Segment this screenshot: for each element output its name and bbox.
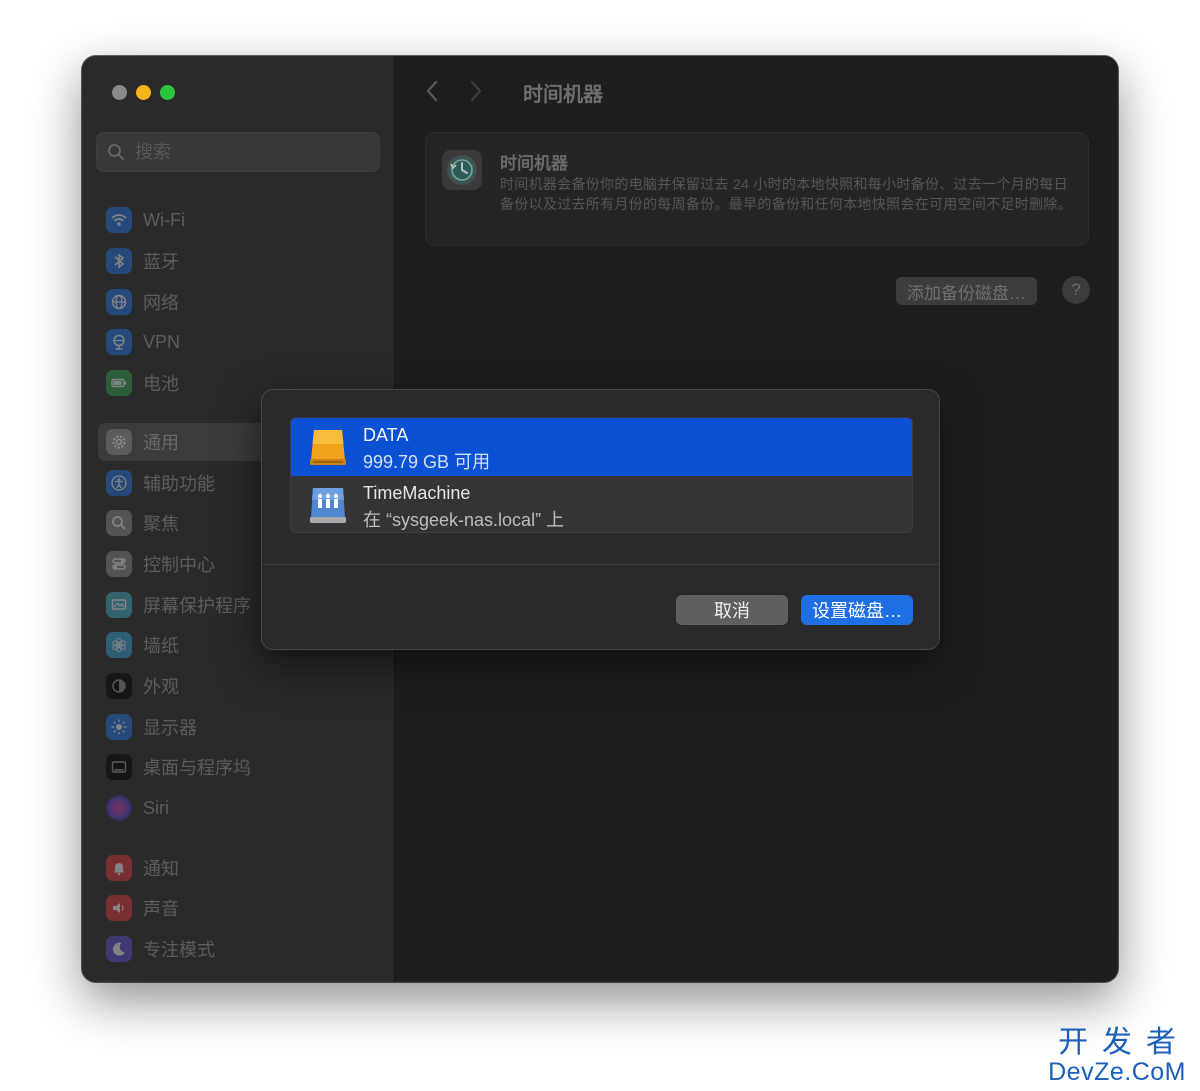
minimize-window-button[interactable] bbox=[136, 85, 151, 100]
sidebar-item-label: 通用 bbox=[143, 433, 179, 453]
network-share-icon bbox=[310, 488, 346, 523]
search-input[interactable] bbox=[133, 140, 357, 164]
set-up-disk-button[interactable]: 设置磁盘… bbox=[801, 595, 913, 625]
search-icon bbox=[108, 144, 124, 160]
control-center-icon bbox=[106, 551, 132, 577]
sidebar-item-label: 显示器 bbox=[143, 718, 197, 738]
gear-icon bbox=[106, 429, 132, 455]
sidebar-item-label: 辅助功能 bbox=[143, 474, 215, 494]
wallpaper-icon bbox=[106, 632, 132, 658]
speaker-icon bbox=[106, 895, 132, 921]
traffic-lights bbox=[112, 85, 175, 100]
zoom-window-button[interactable] bbox=[160, 85, 175, 100]
watermark: 开发者 DevZe.CoM bbox=[1048, 1028, 1186, 1085]
card-title: 时间机器 bbox=[500, 154, 568, 173]
sidebar-item-appearance[interactable]: 外观 bbox=[98, 667, 380, 705]
screensaver-icon bbox=[106, 592, 132, 618]
bell-icon bbox=[106, 855, 132, 881]
sidebar-item-siri[interactable]: Siri bbox=[98, 789, 380, 827]
spotlight-icon bbox=[106, 510, 132, 536]
sheet-divider bbox=[262, 564, 939, 565]
sidebar-item-wifi[interactable]: Wi-Fi bbox=[98, 201, 380, 239]
sidebar-item-displays[interactable]: 显示器 bbox=[98, 708, 380, 746]
appearance-icon bbox=[106, 673, 132, 699]
vpn-globe-icon bbox=[106, 329, 132, 355]
history-nav bbox=[425, 80, 483, 102]
disk-row-data[interactable]: DATA 999.79 GB 可用 bbox=[291, 418, 912, 476]
time-machine-info-card: 时间机器 时间机器会备份你的电脑并保留过去 24 小时的本地快照和每小时备份、过… bbox=[425, 132, 1089, 246]
moon-icon bbox=[106, 936, 132, 962]
sidebar-item-network[interactable]: 网络 bbox=[98, 283, 380, 321]
sidebar-item-label: 聚焦 bbox=[143, 514, 179, 534]
search-field[interactable] bbox=[96, 132, 380, 172]
sidebar-item-notifications[interactable]: 通知 bbox=[98, 849, 380, 887]
select-disk-sheet: DATA 999.79 GB 可用 TimeMachine 在 “sysgeek… bbox=[261, 389, 940, 650]
disk-location: 在 “sysgeek-nas.local” 上 bbox=[363, 510, 565, 530]
sidebar-item-label: 专注模式 bbox=[143, 940, 215, 960]
watermark-en: DevZe.CoM bbox=[1048, 1058, 1186, 1086]
sidebar-item-label: 电池 bbox=[143, 374, 179, 394]
close-window-button[interactable] bbox=[112, 85, 127, 100]
battery-icon bbox=[106, 370, 132, 396]
forward-button[interactable] bbox=[469, 80, 483, 102]
sidebar-item-desktop-dock[interactable]: 桌面与程序坞 bbox=[98, 748, 380, 786]
sidebar-item-label: 控制中心 bbox=[143, 555, 215, 575]
sidebar-item-bluetooth[interactable]: 蓝牙 bbox=[98, 242, 380, 280]
disk-name: DATA bbox=[363, 425, 409, 445]
watermark-cn: 开发者 bbox=[1058, 1026, 1191, 1059]
disk-list: DATA 999.79 GB 可用 TimeMachine 在 “sysgeek… bbox=[290, 417, 913, 533]
sidebar-item-label: Wi-Fi bbox=[143, 209, 185, 230]
accessibility-icon bbox=[106, 470, 132, 496]
sidebar-item-sound[interactable]: 声音 bbox=[98, 889, 380, 927]
sidebar-item-label: 声音 bbox=[143, 899, 179, 919]
wifi-icon bbox=[106, 207, 132, 233]
add-backup-disk-button[interactable]: 添加备份磁盘… bbox=[896, 277, 1037, 305]
disk-free-space: 999.79 GB 可用 bbox=[363, 452, 491, 472]
external-drive-icon bbox=[310, 430, 346, 465]
cancel-button[interactable]: 取消 bbox=[676, 595, 788, 625]
sidebar-item-label: 蓝牙 bbox=[143, 252, 179, 272]
globe-icon bbox=[106, 289, 132, 315]
disk-name: TimeMachine bbox=[363, 483, 471, 503]
sidebar-item-label: 网络 bbox=[143, 293, 179, 313]
dock-icon bbox=[106, 754, 132, 780]
sidebar-item-label: 桌面与程序坞 bbox=[143, 758, 251, 778]
sidebar-item-vpn[interactable]: VPN bbox=[98, 323, 380, 361]
sidebar-item-label: 外观 bbox=[143, 677, 179, 697]
bluetooth-icon bbox=[106, 248, 132, 274]
sidebar-item-focus[interactable]: 专注模式 bbox=[98, 930, 380, 968]
siri-icon bbox=[106, 795, 132, 821]
chevron-right-icon bbox=[470, 80, 482, 102]
time-machine-icon bbox=[442, 150, 482, 190]
back-button[interactable] bbox=[425, 80, 439, 102]
sidebar-item-label: Siri bbox=[143, 797, 169, 818]
sidebar-item-label: 屏幕保护程序 bbox=[143, 596, 251, 616]
sidebar-item-label: 通知 bbox=[143, 859, 179, 879]
disk-row-timemachine[interactable]: TimeMachine 在 “sysgeek-nas.local” 上 bbox=[291, 476, 912, 532]
sidebar-item-label: 墙纸 bbox=[143, 636, 179, 656]
sidebar-item-label: VPN bbox=[143, 331, 181, 352]
chevron-left-icon bbox=[426, 80, 438, 102]
display-icon bbox=[106, 714, 132, 740]
page-title: 时间机器 bbox=[523, 84, 603, 106]
card-description: 时间机器会备份你的电脑并保留过去 24 小时的本地快照和每小时备份、过去一个月的… bbox=[500, 176, 1072, 212]
help-button[interactable]: ? bbox=[1062, 276, 1090, 304]
